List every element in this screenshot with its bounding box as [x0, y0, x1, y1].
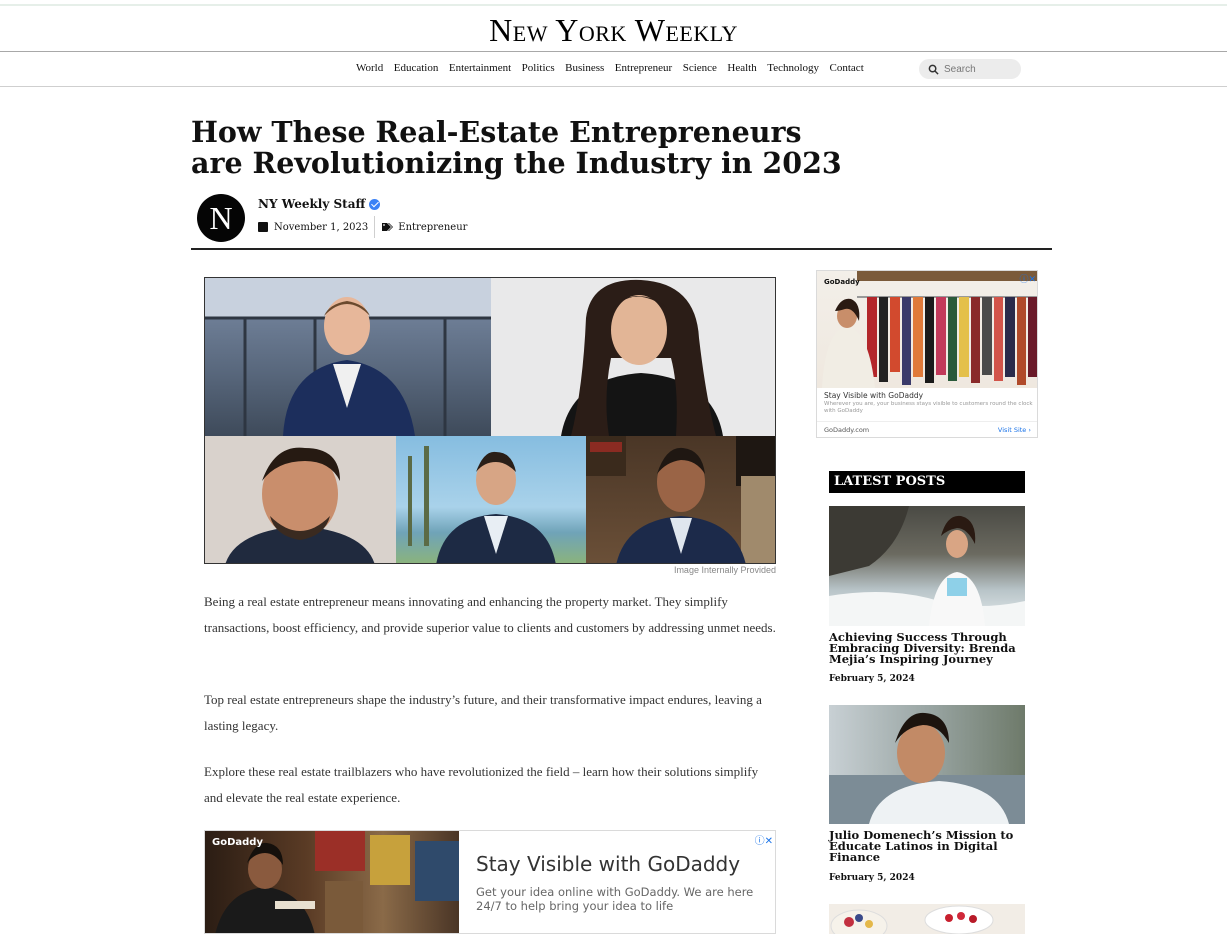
post-thumbnail-3[interactable]: [829, 904, 1025, 934]
calendar-icon: [258, 222, 268, 232]
ad-brand: GoDaddy: [212, 837, 263, 848]
photo-entrepreneur-3: [205, 436, 396, 563]
ad-subtitle: Get your idea online with GoDaddy. We ar…: [476, 885, 754, 913]
ad-title[interactable]: Stay Visible with GoDaddy: [476, 852, 740, 876]
adchoices-icon[interactable]: ⓘ✕: [755, 832, 773, 847]
meta-divider: [374, 216, 376, 238]
nav-item-science[interactable]: Science: [683, 62, 717, 74]
featured-image: [204, 277, 776, 564]
image-caption: Image Internally Provided: [673, 565, 776, 575]
nav-item-contact[interactable]: Contact: [830, 62, 864, 74]
site-logo[interactable]: New York Weekly: [0, 12, 1227, 49]
article-paragraph-3: Explore these real estate trailblazers w…: [204, 764, 759, 805]
ad-side-footer: GoDaddy.com Visit Site ›: [817, 421, 1037, 437]
ad-side-domain: GoDaddy.com: [824, 426, 870, 434]
godaddy-sidebar-ad[interactable]: GoDaddy ⓘ✕ Stay Visible with GoDaddy Whe…: [816, 270, 1038, 438]
ad-side-title[interactable]: Stay Visible with GoDaddy: [824, 391, 923, 400]
publish-date: November 1, 2023: [274, 221, 369, 233]
masthead: New York Weekly: [0, 6, 1227, 52]
ad-side-image: GoDaddy ⓘ✕: [817, 271, 1037, 388]
visit-site-link[interactable]: Visit Site ›: [998, 426, 1031, 434]
post-title-2[interactable]: Julio Domenech’s Mission to Educate Lati…: [829, 829, 1025, 863]
author-avatar[interactable]: N: [197, 194, 245, 242]
nav-menu: World Education Entertainment Politics B…: [356, 62, 874, 74]
search-icon: [928, 64, 939, 75]
ad-side-brand: GoDaddy: [824, 278, 860, 286]
nav-item-entrepreneur[interactable]: Entrepreneur: [615, 62, 672, 74]
article-meta: November 1, 2023 Entrepreneur: [258, 216, 467, 238]
main-navigation: World Education Entertainment Politics B…: [0, 52, 1227, 87]
nav-item-health[interactable]: Health: [727, 62, 756, 74]
author-name[interactable]: NY Weekly Staff: [258, 197, 365, 211]
nav-item-world[interactable]: World: [356, 62, 383, 74]
nav-item-business[interactable]: Business: [565, 62, 604, 74]
post-thumbnail-2[interactable]: [829, 705, 1025, 824]
article-paragraph-1: Being a real estate entrepreneur means i…: [204, 594, 776, 635]
photo-entrepreneur-5: [586, 436, 775, 563]
photo-entrepreneur-1: [205, 278, 491, 436]
category-link[interactable]: Entrepreneur: [398, 222, 467, 233]
search-box[interactable]: [919, 59, 1021, 79]
tag-icon: [382, 223, 394, 231]
post-date-2: February 5, 2024: [829, 873, 915, 883]
search-input[interactable]: [944, 63, 1014, 75]
latest-posts-heading: LATEST POSTS: [829, 471, 1025, 493]
ad-image: GoDaddy: [205, 831, 459, 933]
header-divider: [191, 248, 1052, 250]
visit-site-label: Visit Site: [997, 426, 1027, 434]
ad-side-subtitle: Wherever you are, your business stays vi…: [824, 401, 1033, 414]
author-byline: NY Weekly Staff: [258, 197, 381, 211]
nav-item-politics[interactable]: Politics: [522, 62, 555, 74]
post-title-1[interactable]: Achieving Success Through Embracing Dive…: [829, 631, 1025, 665]
photo-entrepreneur-2: [491, 278, 775, 436]
nav-item-entertainment[interactable]: Entertainment: [449, 62, 511, 74]
photo-entrepreneur-4: [396, 436, 586, 563]
nav-item-education[interactable]: Education: [394, 62, 439, 74]
article-title: How These Real-Estate Entrepreneurs are …: [191, 115, 842, 180]
nav-item-technology[interactable]: Technology: [767, 62, 819, 74]
post-date-1: February 5, 2024: [829, 674, 915, 684]
article-paragraph-2: Top real estate entrepreneurs shape the …: [204, 692, 762, 733]
verified-badge-icon: [369, 198, 381, 210]
ad-side-adchoices-icon[interactable]: ⓘ✕: [1019, 272, 1036, 285]
post-thumbnail-1[interactable]: [829, 506, 1025, 626]
chevron-right-icon: ›: [1028, 426, 1031, 434]
godaddy-banner-ad[interactable]: GoDaddy Stay Visible with GoDaddy Get yo…: [204, 830, 776, 934]
